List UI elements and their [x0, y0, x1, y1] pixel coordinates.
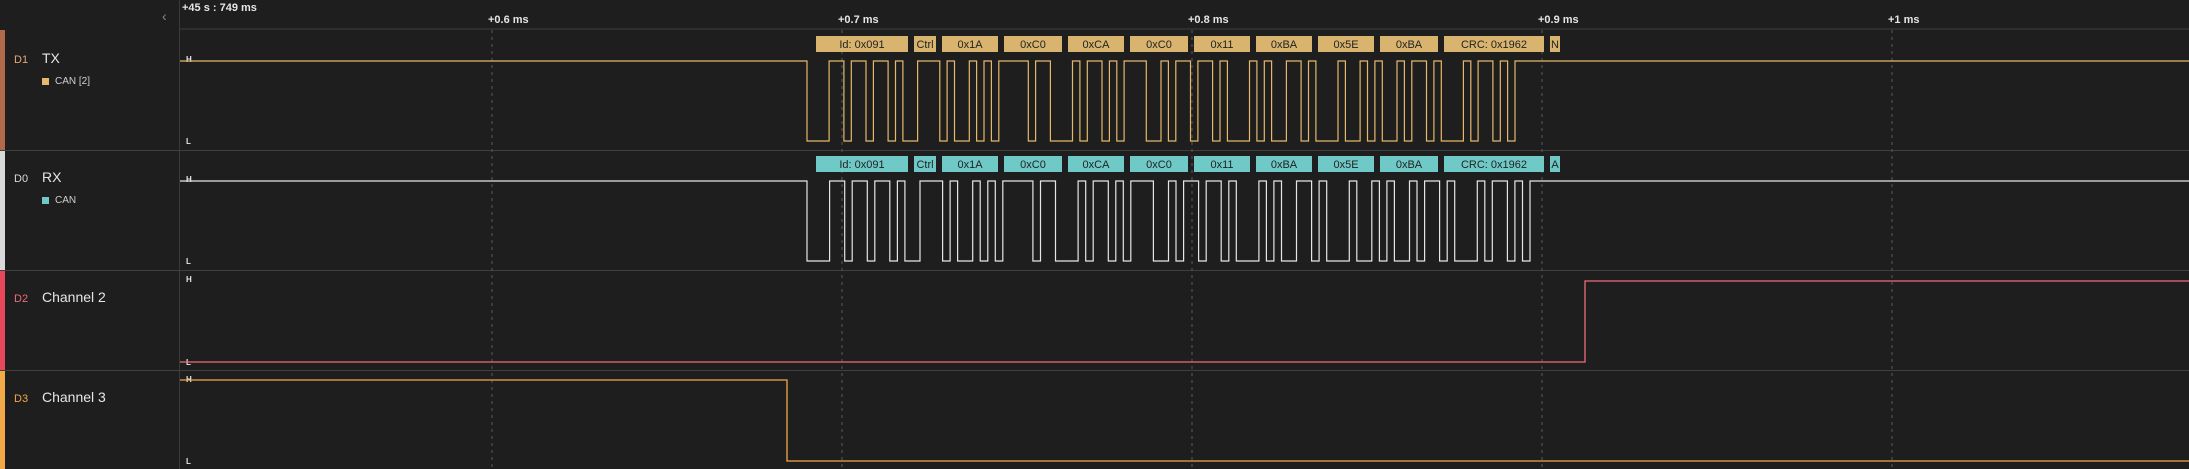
- channel-id: D0: [14, 173, 29, 185]
- channel-color-bar: [0, 30, 5, 150]
- protocol-frame-box: [1068, 156, 1124, 172]
- protocol-frame-box: [1068, 36, 1124, 52]
- collapse-arrow-icon[interactable]: ‹: [162, 8, 167, 24]
- protocol-frame-box: [914, 36, 936, 52]
- protocol-frame-label: 0x1A: [957, 159, 983, 171]
- protocol-frame-box: [914, 156, 936, 172]
- analyzer-label[interactable]: CAN [2]: [42, 76, 90, 87]
- channel-header-ch3[interactable]: D3 Channel 3: [0, 371, 179, 469]
- protocol-frame-label: CRC: 0x1962: [1461, 39, 1527, 51]
- protocol-frame-label: 0xBA: [1396, 39, 1423, 51]
- channel-divider: [0, 270, 2189, 271]
- protocol-frame-box: [1256, 36, 1312, 52]
- channel-header-rx[interactable]: D0 RX CAN: [0, 151, 179, 270]
- protocol-frame-box: [1004, 156, 1062, 172]
- protocol-frame-label: Id: 0x091: [839, 39, 884, 51]
- level-high-label: H: [186, 55, 192, 64]
- protocol-frame-box: [1550, 36, 1560, 52]
- ruler-tick-label: +0.8 ms: [1188, 14, 1229, 26]
- protocol-frame-label: 0xCA: [1083, 39, 1111, 51]
- protocol-frame-label: 0xC0: [1146, 39, 1172, 51]
- channel-divider: [0, 370, 2189, 371]
- protocol-frame-box: [1550, 156, 1560, 172]
- protocol-frame-label: 0xC0: [1020, 39, 1046, 51]
- channel-id: D1: [14, 54, 29, 66]
- protocol-frame-box: [1318, 36, 1374, 52]
- waveform-plot[interactable]: Id: 0x091 Ctrl 0x1A 0xC0 0xCA 0xC0 0x11 0xBA 0x5…: [0, 0, 2189, 469]
- channel-name[interactable]: Channel 2: [42, 289, 106, 305]
- level-low-label: L: [186, 137, 191, 146]
- protocol-frame-box: [1380, 156, 1438, 172]
- tx-waveform: [180, 60, 2189, 142]
- protocol-frame-box: [1444, 156, 1544, 172]
- time-ruler[interactable]: +45 s : 749 ms +0.6 ms +0.7 ms +0.8 ms +…: [180, 0, 2189, 30]
- protocol-frame-label: 0xBA: [1396, 159, 1423, 171]
- rx-waveform: [180, 180, 2189, 262]
- analyzer-label[interactable]: CAN: [42, 195, 76, 206]
- protocol-frame-box: [1004, 36, 1062, 52]
- protocol-frame-label: 0xC0: [1146, 159, 1172, 171]
- protocol-frame-label: 0x5E: [1333, 159, 1358, 171]
- protocol-frame-box: [816, 36, 908, 52]
- protocol-frame-box: [1444, 36, 1544, 52]
- protocol-frame-label: Ctrl: [916, 159, 933, 171]
- protocol-frame-label: 0x11: [1210, 159, 1233, 171]
- protocol-frame-box: [1380, 36, 1438, 52]
- channel-id: D2: [14, 293, 29, 305]
- protocol-frame-label: 0xBA: [1271, 159, 1298, 171]
- protocol-frame-label: 0xCA: [1083, 159, 1111, 171]
- protocol-frame-box: [1318, 156, 1374, 172]
- channel-2-waveform: [180, 280, 2189, 363]
- protocol-frame-label: 0xC0: [1020, 159, 1046, 171]
- channel-color-bar: [0, 271, 5, 370]
- level-low-label: L: [186, 257, 191, 266]
- channel-name[interactable]: TX: [42, 50, 60, 66]
- ruler-tick-label: +1 ms: [1888, 14, 1920, 26]
- ruler-tick-label: +0.7 ms: [838, 14, 879, 26]
- level-low-label: L: [186, 457, 191, 466]
- protocol-frame-box: [942, 36, 998, 52]
- channel-3-waveform: [180, 379, 2189, 462]
- channel-divider: [0, 150, 2189, 151]
- channel-name[interactable]: RX: [42, 169, 61, 185]
- channel-sidebar: ‹ D1 TX CAN [2] D0 RX CAN D2 Channel 2 D…: [0, 0, 180, 469]
- channel-name[interactable]: Channel 3: [42, 389, 106, 405]
- channel-color-bar: [0, 371, 5, 469]
- protocol-frame-label: 0x11: [1210, 39, 1233, 51]
- protocol-frame-label: A: [1551, 159, 1559, 171]
- ruler-tick-label: +0.6 ms: [488, 14, 529, 26]
- protocol-frame-box: [1194, 156, 1250, 172]
- protocol-frame-box: [816, 156, 908, 172]
- level-low-label: L: [186, 358, 191, 367]
- protocol-frame-label: N: [1551, 39, 1559, 51]
- protocol-frame-box: [942, 156, 998, 172]
- protocol-frame-label: 0x5E: [1333, 39, 1358, 51]
- channel-color-bar: [0, 151, 5, 270]
- ruler-start-time: +45 s : 749 ms: [182, 2, 257, 14]
- channel-header-tx[interactable]: D1 TX CAN [2]: [0, 30, 179, 150]
- level-high-label: H: [186, 275, 192, 284]
- protocol-frame-label: 0x1A: [957, 39, 983, 51]
- protocol-frame-label: Ctrl: [916, 39, 933, 51]
- level-high-label: H: [186, 175, 192, 184]
- analyzer-dot-icon: [42, 196, 49, 204]
- protocol-frame-box: [1256, 156, 1312, 172]
- channel-id: D3: [14, 393, 29, 405]
- ruler-tick-label: +0.9 ms: [1538, 14, 1579, 26]
- channel-header-ch2[interactable]: D2 Channel 2: [0, 271, 179, 370]
- protocol-frame-label: 0xBA: [1271, 39, 1298, 51]
- protocol-frame-box: [1130, 156, 1188, 172]
- protocol-frame-label: CRC: 0x1962: [1461, 159, 1527, 171]
- analyzer-dot-icon: [42, 77, 49, 85]
- level-high-label: H: [186, 375, 192, 384]
- protocol-frame-label: Id: 0x091: [839, 159, 884, 171]
- protocol-frame-box: [1130, 36, 1188, 52]
- protocol-frame-box: [1194, 36, 1250, 52]
